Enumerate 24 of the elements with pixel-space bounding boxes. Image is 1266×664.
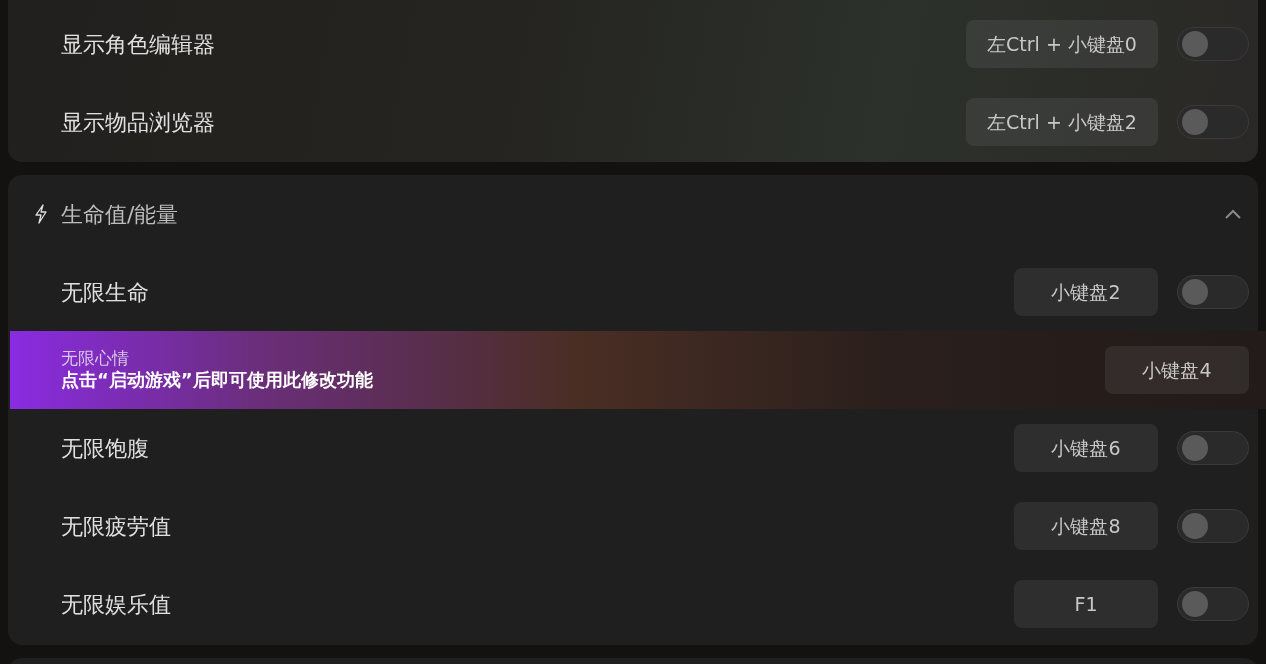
hotkey-button[interactable]: 小键盘6 xyxy=(1014,424,1158,472)
setting-label: 显示物品浏览器 xyxy=(61,108,216,137)
setting-label: 无限娱乐值 xyxy=(61,590,172,619)
hotkey-button[interactable]: 小键盘2 xyxy=(1014,268,1158,316)
hotkey-button[interactable]: F1 xyxy=(1014,580,1158,628)
setting-label: 显示角色编辑器 xyxy=(61,30,216,59)
hotkey-button[interactable]: 小键盘4 xyxy=(1105,346,1249,394)
hotkey-button[interactable]: 左Ctrl + 小键盘0 xyxy=(966,20,1158,68)
setting-label: 无限饱腹 xyxy=(61,434,150,463)
toggle-switch[interactable] xyxy=(1177,27,1249,61)
setting-label: 无限生命 xyxy=(61,278,150,307)
lightning-icon xyxy=(33,204,49,224)
hotkey-button[interactable]: 小键盘8 xyxy=(1014,502,1158,550)
hotkey-button[interactable]: 左Ctrl + 小键盘2 xyxy=(966,98,1158,146)
toggle-switch[interactable] xyxy=(1177,587,1249,621)
setting-label: 无限心情 xyxy=(61,348,130,370)
unlock-hint: 点击“启动游戏”后即可使用此修改功能 xyxy=(61,369,374,392)
setting-label: 无限疲劳值 xyxy=(61,512,172,541)
toggle-switch[interactable] xyxy=(1177,509,1249,543)
chevron-up-icon[interactable] xyxy=(1224,208,1242,220)
toggle-switch[interactable] xyxy=(1177,431,1249,465)
section-title: 生命值/能量 xyxy=(61,200,180,229)
toggle-switch[interactable] xyxy=(1177,275,1249,309)
toggle-switch[interactable] xyxy=(1177,105,1249,139)
